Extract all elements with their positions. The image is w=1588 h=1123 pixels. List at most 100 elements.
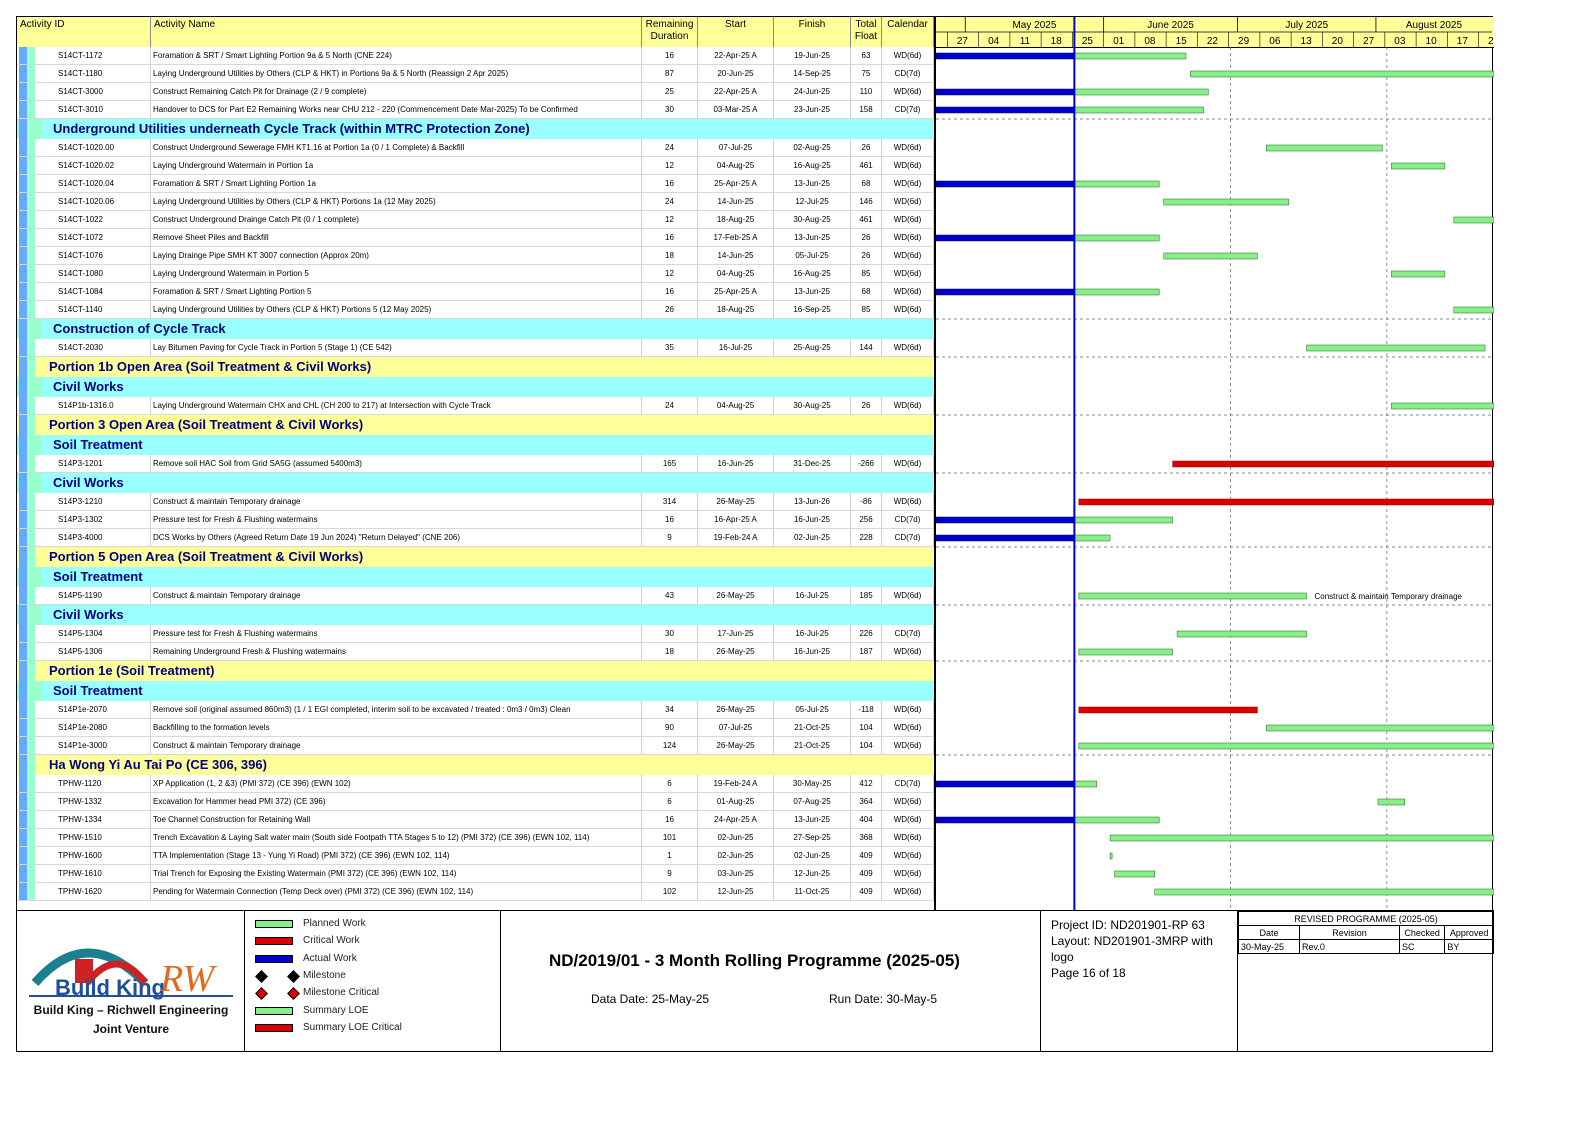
milestone-diamond-icon — [255, 987, 268, 1001]
col-calendar: Calendar — [882, 17, 934, 47]
calendar: WD(6d) — [882, 587, 934, 604]
row-stripe — [27, 339, 35, 356]
activity-row: TPHW-1600 TTA Implementation (Stage 13 - … — [17, 847, 934, 865]
planned-bar — [1391, 270, 1446, 278]
activity-row: TPHW-1332 Excavation for Hammer head PMI … — [17, 793, 934, 811]
activity-id: TPHW-1600 — [53, 847, 151, 864]
activity-row: S14P1e-2080 Backfilling to the formation … — [17, 719, 934, 737]
group-title: Soil Treatment — [53, 569, 143, 584]
calendar: WD(6d) — [882, 193, 934, 210]
calendar: WD(6d) — [882, 301, 934, 318]
start-date: 07-Jul-25 — [698, 719, 774, 736]
activity-name: Pending for Watermain Connection (Temp D… — [151, 883, 642, 900]
calendar: CD(7d) — [882, 65, 934, 82]
legend-label: Milestone — [303, 969, 346, 981]
activity-row: S14P1e-2070 Remove soil (original assumed… — [17, 701, 934, 719]
remaining-duration: 34 — [642, 701, 698, 718]
milestone-diamond-icon — [287, 987, 300, 1001]
finish-date: 12-Jun-25 — [774, 865, 851, 882]
logo-brand-2: RW — [159, 958, 218, 1000]
data-date: Data Date: 25-May-25 — [591, 992, 710, 1006]
legend-label: Summary LOE Critical — [303, 1021, 402, 1033]
row-stripe — [27, 701, 35, 718]
finish-date: 11-Oct-25 — [774, 883, 851, 900]
activity-id: S14P1e-3000 — [53, 737, 151, 754]
row-stripe — [27, 247, 35, 264]
planned-bar — [1074, 180, 1160, 188]
activity-id: S14CT-1020.06 — [53, 193, 151, 210]
col-activity-id: Activity ID — [17, 17, 151, 47]
activity-name: Laying Underground Utilities by Others (… — [151, 301, 642, 318]
activity-name: Trial Trench for Exposing the Existing W… — [151, 865, 642, 882]
activity-row: S14P3-4000 DCS Works by Others (Agreed Re… — [17, 529, 934, 547]
row-stripe — [27, 397, 35, 414]
row-stripe — [27, 175, 35, 192]
total-float: 404 — [851, 811, 882, 828]
finish-date: 05-Jul-25 — [774, 701, 851, 718]
critical-bar — [1078, 706, 1258, 714]
activity-id: S14CT-1084 — [53, 283, 151, 300]
planned-bar — [1074, 516, 1173, 524]
rev-approved: BY — [1444, 939, 1494, 954]
wbs-group-header: Portion 3 Open Area (Soil Treatment & Ci… — [17, 415, 934, 435]
legend-label: Planned Work — [303, 918, 366, 929]
total-float: 461 — [851, 211, 882, 228]
calendar: WD(6d) — [882, 397, 934, 414]
row-stripe — [19, 493, 27, 510]
calendar: CD(7d) — [882, 625, 934, 642]
revision-table: REVISED PROGRAMME (2025-05) Date Revisio… — [1238, 911, 1494, 954]
activity-id: S14CT-1072 — [53, 229, 151, 246]
revision-header: REVISED PROGRAMME (2025-05) — [1238, 911, 1494, 926]
milestone-diamond-icon — [287, 970, 300, 983]
start-date: 03-Mar-25 A — [698, 101, 774, 118]
activity-id: TPHW-1610 — [53, 865, 151, 882]
total-float: -118 — [851, 701, 882, 718]
rev-date: 30-May-25 — [1238, 939, 1300, 954]
finish-date: 16-Aug-25 — [774, 265, 851, 282]
calendar: CD(7d) — [882, 101, 934, 118]
calendar: WD(6d) — [882, 455, 934, 472]
activity-name: Foramation & SRT / Smart Lighting Portio… — [151, 175, 642, 192]
planned-bar — [1377, 798, 1405, 806]
calendar: WD(6d) — [882, 229, 934, 246]
legend-swatch — [255, 1006, 293, 1015]
activity-name: Construct Underground Drainge Catch Pit … — [151, 211, 642, 228]
planned-bar — [1074, 288, 1160, 296]
calendar: WD(6d) — [882, 283, 934, 300]
start-date: 16-Apr-25 A — [698, 511, 774, 528]
finish-date: 02-Aug-25 — [774, 139, 851, 156]
planned-bar — [1114, 870, 1155, 878]
row-stripe — [27, 265, 35, 282]
activity-name: Handover to DCS for Part E2 Remaining Wo… — [151, 101, 642, 118]
total-float: 26 — [851, 247, 882, 264]
finish-date: 12-Jul-25 — [774, 193, 851, 210]
activity-name: Remove soil HAC Soil from Grid SA5G (ass… — [151, 455, 642, 472]
row-stripe — [27, 511, 35, 528]
calendar: WD(6d) — [882, 865, 934, 882]
activity-name: Foramation & SRT / Smart Lighting Portio… — [151, 47, 642, 64]
wbs-subgroup-header: Civil Works — [17, 377, 934, 397]
finish-date: 13-Jun-25 — [774, 229, 851, 246]
row-stripe — [27, 567, 41, 587]
activity-row: S14CT-1140 Laying Underground Utilities b… — [17, 301, 934, 319]
activity-row: S14CT-1020.04 Foramation & SRT / Smart Li… — [17, 175, 934, 193]
activity-name: Excavation for Hammer head PMI 372) (CE … — [151, 793, 642, 810]
planned-bar — [1190, 70, 1494, 78]
actual-bar — [936, 52, 1075, 60]
actual-bar — [936, 780, 1075, 788]
col-finish: Finish — [774, 17, 851, 47]
planned-bar — [1176, 630, 1307, 638]
calendar: WD(6d) — [882, 139, 934, 156]
activity-id: S14P1b-1316.0 — [53, 397, 151, 414]
activity-id: S14P1e-2070 — [53, 701, 151, 718]
planned-bar — [1074, 234, 1160, 242]
planned-bar — [1306, 344, 1486, 352]
row-stripe — [19, 511, 27, 528]
total-float: 26 — [851, 139, 882, 156]
planned-bar — [1109, 834, 1494, 842]
activity-id: S14P3-4000 — [53, 529, 151, 546]
start-date: 25-Apr-25 A — [698, 175, 774, 192]
total-float: 26 — [851, 229, 882, 246]
activity-row: TPHW-1610 Trial Trench for Exposing the E… — [17, 865, 934, 883]
row-stripe — [19, 605, 27, 625]
